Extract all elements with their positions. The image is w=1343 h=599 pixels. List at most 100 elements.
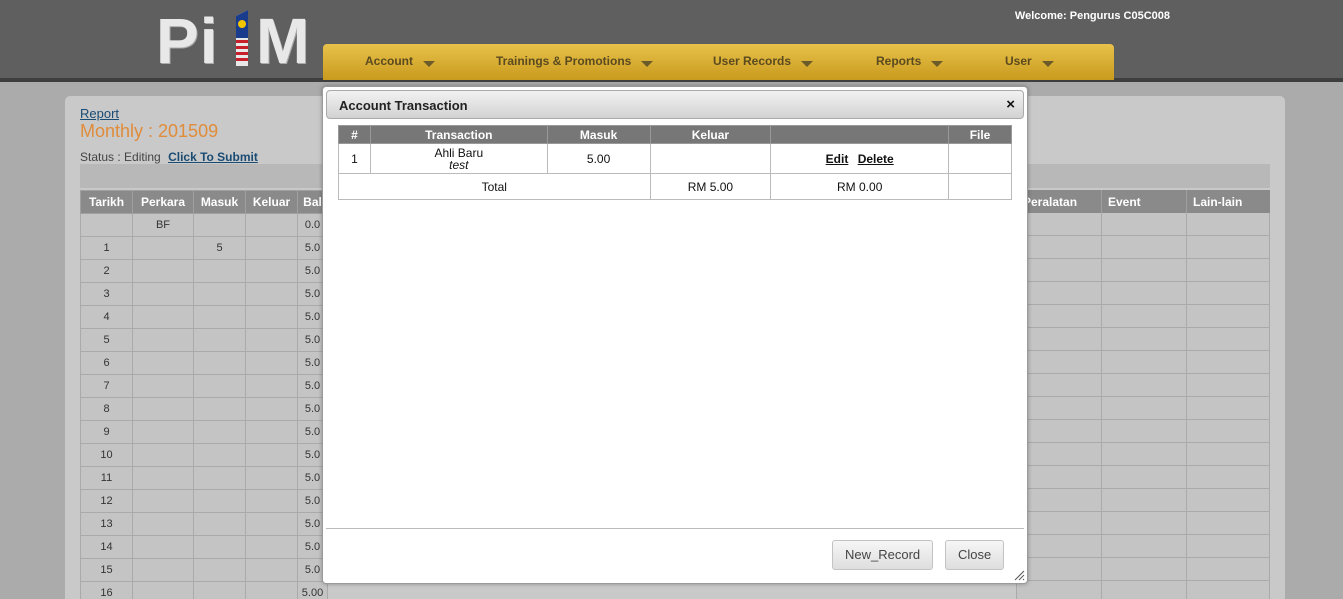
- cell-perkara: [132, 351, 194, 375]
- dialog-title-bar[interactable]: Account Transaction ×: [326, 90, 1024, 119]
- cell-masuk: [193, 489, 246, 513]
- pi1m-logo[interactable]: Pi M: [156, 5, 316, 77]
- dialog-title: Account Transaction: [339, 98, 468, 113]
- submit-link[interactable]: Click To Submit: [168, 150, 258, 164]
- cell-masuk: [193, 512, 246, 536]
- cell-perkara: [132, 420, 194, 444]
- table-row: 9 5.0: [80, 420, 328, 444]
- col-masuk: Masuk: [546, 125, 651, 144]
- cell-perkara: [132, 535, 194, 559]
- nav-user[interactable]: User: [1005, 54, 1054, 68]
- col-event: Event: [1101, 190, 1186, 213]
- cell-keluar: [245, 236, 298, 260]
- cell-keluar: [245, 535, 298, 559]
- cell-keluar: [245, 397, 298, 421]
- cell-perkara: [132, 443, 194, 467]
- row-masuk: 5.00: [546, 143, 651, 174]
- cell-keluar: [245, 351, 298, 375]
- cell-tarikh: 10: [80, 443, 133, 467]
- cell-masuk: [193, 282, 246, 306]
- table-row: 10 5.0: [80, 443, 328, 467]
- cell-perkara: [132, 305, 194, 329]
- nav-label: Account: [365, 54, 413, 68]
- cell-keluar: [245, 558, 298, 582]
- cell-perkara: [132, 397, 194, 421]
- breadcrumb-report-link[interactable]: Report: [80, 106, 119, 121]
- cell-tarikh: 14: [80, 535, 133, 559]
- cell-masuk: [193, 259, 246, 283]
- cell-masuk: [193, 443, 246, 467]
- cell-tarikh: 12: [80, 489, 133, 513]
- lain-lain-cells: [1186, 213, 1270, 599]
- cell-tarikh: 13: [80, 512, 133, 536]
- cell-keluar: [245, 443, 298, 467]
- cell-keluar: [245, 512, 298, 536]
- cell-masuk: [193, 535, 246, 559]
- peralatan-cells: [1016, 213, 1101, 599]
- resize-grip-icon[interactable]: [1013, 569, 1025, 581]
- table-row: 3 5.0: [80, 282, 328, 306]
- nav-account[interactable]: Account: [365, 54, 435, 68]
- nav-user-records[interactable]: User Records: [713, 54, 814, 68]
- col-keluar: Keluar: [245, 190, 298, 214]
- page-title: Monthly : 201509: [80, 121, 219, 141]
- cell-bal: 5.00: [297, 581, 328, 599]
- transaction-note: test: [449, 157, 469, 172]
- delete-link[interactable]: Delete: [858, 152, 894, 166]
- cell-masuk: [193, 213, 246, 237]
- cell-tarikh: 8: [80, 397, 133, 421]
- event-cells: [1101, 213, 1186, 599]
- row-keluar: [649, 143, 772, 174]
- cell-tarikh: 9: [80, 420, 133, 444]
- cell-masuk: [193, 351, 246, 375]
- nav-label: Trainings & Promotions: [496, 54, 632, 68]
- col-lain-lain: Lain-lain: [1186, 190, 1270, 213]
- new-record-button[interactable]: New_Record: [832, 540, 934, 570]
- nav-trainings-promotions[interactable]: Trainings & Promotions: [496, 54, 654, 68]
- cell-perkara: [132, 374, 194, 398]
- table-row: 155.0: [80, 558, 328, 582]
- nav-label: Reports: [876, 54, 922, 68]
- col-file: File: [948, 125, 1012, 144]
- cell-keluar: [245, 374, 298, 398]
- row-number: 1: [338, 143, 371, 174]
- close-icon[interactable]: ×: [1006, 96, 1015, 113]
- row-actions: Edit Delete: [770, 143, 950, 174]
- cell-tarikh: 5: [80, 328, 133, 352]
- col-keluar: Keluar: [649, 125, 772, 144]
- cell-tarikh: 16: [80, 581, 133, 599]
- cell-masuk: [193, 374, 246, 398]
- table-row: 155.0: [80, 236, 328, 260]
- cell-masuk: [193, 420, 246, 444]
- close-button[interactable]: Close: [945, 540, 1005, 570]
- table-row: BF 0.0: [80, 213, 328, 237]
- cell-tarikh: 11: [80, 466, 133, 490]
- cell-tarikh: 1: [80, 236, 133, 260]
- cell-perkara: [132, 236, 194, 260]
- nav-label: User Records: [713, 54, 792, 68]
- col-tarikh: Tarikh: [80, 190, 133, 214]
- table-row: 4 5.0: [80, 305, 328, 329]
- cell-tarikh: 2: [80, 259, 133, 283]
- total-file: [948, 173, 1012, 200]
- total-masuk: RM 5.00: [649, 173, 772, 200]
- chevron-down-icon: [801, 61, 814, 67]
- cell-masuk: [193, 397, 246, 421]
- cell-tarikh: 4: [80, 305, 133, 329]
- chevron-down-icon: [423, 61, 435, 67]
- cell-keluar: [245, 282, 298, 306]
- nav-reports[interactable]: Reports: [876, 54, 944, 68]
- account-transaction-dialog: Account Transaction × # Transaction Masu…: [322, 86, 1028, 584]
- cell-keluar: [245, 420, 298, 444]
- monthly-report-table: Tarikh Perkara Masuk Keluar Bal BF 0.0 1 5 5…: [80, 190, 328, 599]
- welcome-text: Welcome: Pengurus C05C008: [1014, 10, 1170, 22]
- table-row: 16 5.00: [80, 581, 328, 599]
- total-row: Total RM 5.00 RM 0.00: [338, 173, 1012, 200]
- cell-keluar: [245, 328, 298, 352]
- cell-masuk: [193, 305, 246, 329]
- table-row: 14 5.0: [80, 535, 328, 559]
- chevron-down-icon: [1041, 61, 1054, 67]
- cell-tarikh: 15: [80, 558, 133, 582]
- col-perkara: Perkara: [132, 190, 194, 214]
- edit-link[interactable]: Edit: [826, 152, 849, 166]
